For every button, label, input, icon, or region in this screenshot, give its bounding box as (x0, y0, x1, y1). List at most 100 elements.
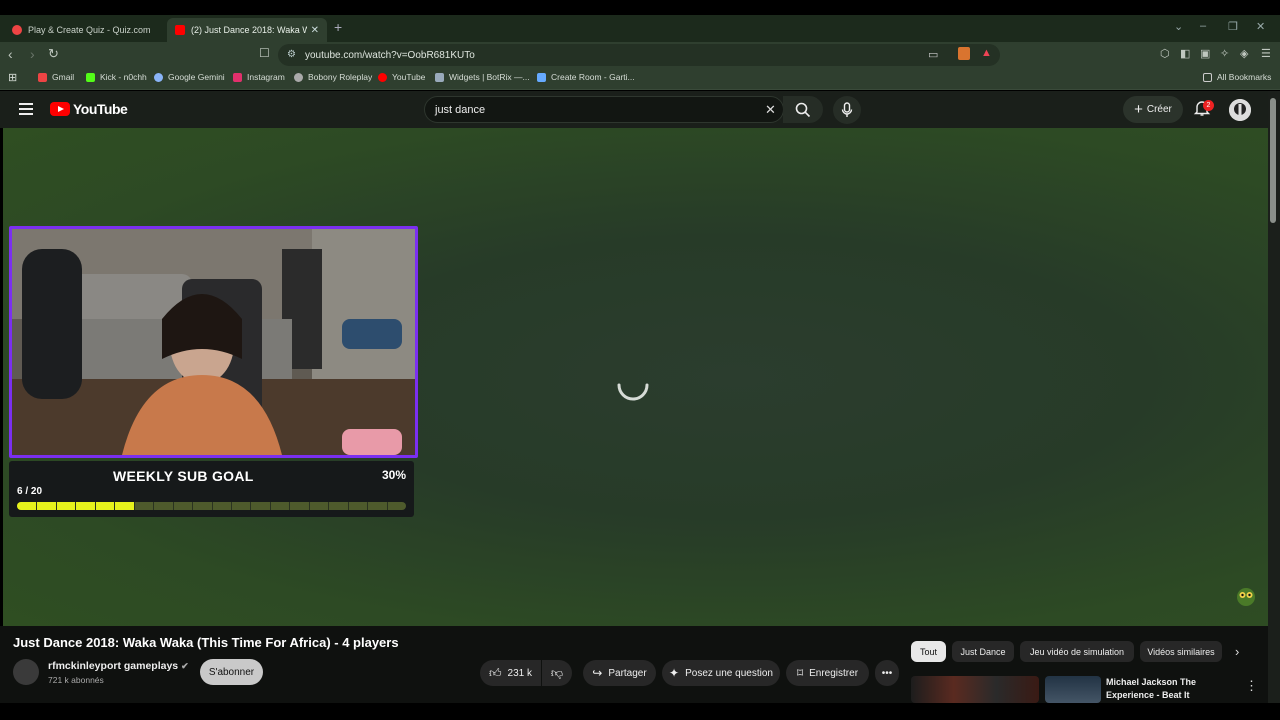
menu-icon[interactable]: ☰ (1261, 47, 1271, 60)
vpn-icon[interactable]: ◈ (1240, 47, 1248, 60)
all-bookmarks[interactable]: All Bookmarks (1203, 72, 1271, 82)
sparkle-icon: ✦ (669, 666, 680, 680)
like-count: 231 k (507, 667, 532, 679)
bookmark-icon[interactable]: ☐ (259, 46, 270, 60)
tab-youtube[interactable]: (2) Just Dance 2018: Waka Waka ✕ (167, 18, 327, 42)
goal-segment-divider (387, 502, 388, 510)
goal-segment-divider (75, 502, 76, 510)
recommended-thumbnail-2[interactable] (1045, 676, 1101, 703)
goal-segment-divider (212, 502, 213, 510)
bookmark-bobony[interactable]: Bobony Roleplay (294, 72, 372, 82)
cast-icon[interactable]: ▭ (928, 48, 938, 61)
restore-icon[interactable]: ❐ (1228, 20, 1238, 33)
save-button[interactable]: ⌑ Enregistrer (786, 660, 869, 686)
all-bookmarks-label: All Bookmarks (1217, 72, 1272, 82)
more-actions-button[interactable]: ••• (875, 660, 899, 686)
bookmark-label: Instagram (247, 72, 285, 82)
url-field[interactable]: ⚙ youtube.com/watch?v=OobR681KUTo ▭ ▲ (278, 44, 1000, 66)
bookmark-gmail[interactable]: Gmail (38, 72, 74, 82)
sidebar-icon[interactable]: ◧ (1180, 47, 1190, 60)
bookmark-kick[interactable]: Kick - n0chh (86, 72, 147, 82)
channel-avatar[interactable] (13, 659, 39, 685)
goal-progress-track (17, 502, 406, 510)
chip-just-dance[interactable]: Just Dance (952, 641, 1014, 662)
loading-spinner-icon (617, 383, 649, 401)
bookmark-youtube[interactable]: YouTube (378, 72, 425, 82)
recommended-thumbnail-1[interactable] (911, 676, 1039, 703)
tab-label: (2) Just Dance 2018: Waka Waka (191, 25, 307, 35)
bookmark-label: Gmail (52, 72, 75, 82)
subscriber-count: 721 k abonnés (48, 675, 104, 685)
bookmark-botrix[interactable]: Widgets | BotRix —... (435, 72, 530, 82)
share-button[interactable]: ↪ Partager (583, 660, 656, 686)
plus-icon: + (1134, 101, 1143, 118)
channel-name[interactable]: rfmckinleyport gameplays ✔ (48, 660, 189, 672)
chip-simulation[interactable]: Jeu vidéo de simulation (1020, 641, 1134, 662)
recommended-video-title[interactable]: Michael Jackson The Experience - Beat It (1106, 676, 1236, 702)
search-button[interactable] (783, 96, 823, 123)
account-avatar[interactable] (1229, 99, 1251, 121)
close-window-icon[interactable]: ✕ (1256, 20, 1265, 33)
bookmark-label: Google Gemini (168, 72, 225, 82)
back-icon[interactable]: ‹ (8, 46, 13, 62)
create-button[interactable]: + Créer (1123, 96, 1183, 123)
search-input[interactable]: just dance ✕ (424, 96, 784, 123)
extensions-icon[interactable]: ⬡ (1160, 47, 1170, 60)
goal-segment-divider (367, 502, 368, 510)
youtube-logo[interactable]: YouTube (50, 101, 128, 117)
voice-search-button[interactable] (833, 96, 861, 124)
goal-segment-divider (95, 502, 96, 510)
thumbs-down-icon: 👎︎ (550, 665, 564, 680)
apps-grid-icon[interactable]: ⊞ (8, 71, 17, 84)
youtube-wordmark: YouTube (73, 101, 128, 117)
chip-similar[interactable]: Vidéos similaires (1140, 641, 1222, 662)
site-info-icon[interactable]: ⚙ (287, 49, 296, 60)
kick-icon (86, 72, 95, 82)
wallet-icon[interactable]: ▣ (1200, 47, 1210, 60)
scrollbar-thumb[interactable] (1270, 98, 1276, 223)
bookmark-label: Kick - n0chh (100, 72, 147, 82)
webcam-image (12, 229, 415, 455)
like-button[interactable]: 👍︎ 231 k (480, 660, 541, 686)
chips-next-icon[interactable]: › (1235, 644, 1239, 659)
owl-extension-icon[interactable] (1235, 585, 1257, 607)
thumbs-up-icon: 👍︎ (488, 665, 502, 680)
goal-segment-divider (56, 502, 57, 510)
bookmark-instagram[interactable]: Instagram (233, 72, 285, 82)
ask-question-button[interactable]: ✦ Posez une question (662, 660, 780, 686)
bookmark-gartic[interactable]: Create Room - Garti... (537, 72, 635, 82)
dislike-button[interactable]: 👎︎ (542, 660, 572, 686)
goal-segment-divider (134, 502, 135, 510)
ai-icon[interactable]: ✧ (1220, 47, 1229, 60)
avatar-icon (1229, 99, 1251, 121)
bookmark-gemini[interactable]: Google Gemini (154, 72, 225, 82)
chip-all[interactable]: Tout (911, 641, 946, 662)
goal-percent: 30% (381, 468, 406, 482)
close-tab-icon[interactable]: ✕ (311, 25, 319, 36)
goal-segment-divider (36, 502, 37, 510)
screen-top-border (0, 0, 1280, 15)
forward-icon[interactable]: › (30, 46, 35, 62)
clear-search-icon[interactable]: ✕ (765, 102, 776, 118)
goal-segment-divider (192, 502, 193, 510)
url-text: youtube.com/watch?v=OobR681KUTo (305, 49, 475, 61)
hamburger-menu-icon[interactable] (19, 103, 33, 115)
rewards-icon[interactable]: ▲ (981, 47, 992, 59)
notification-badge: 2 (1203, 100, 1214, 111)
more-vertical-icon[interactable]: ⋮ (1245, 678, 1258, 694)
minimize-icon[interactable]: – (1200, 20, 1206, 32)
tab-search-icon[interactable]: ⌄ (1174, 20, 1183, 33)
gemini-icon (154, 72, 163, 82)
new-tab-button[interactable]: + (334, 19, 342, 35)
share-icon: ↪ (592, 666, 603, 680)
brave-shield-icon[interactable] (958, 47, 970, 60)
youtube-favicon-icon (175, 25, 185, 35)
goal-segment-divider (250, 502, 251, 510)
bookmark-label: Create Room - Garti... (551, 72, 635, 82)
botrix-icon (435, 72, 444, 82)
bookmark-label: Widgets | BotRix —... (449, 72, 530, 82)
reload-icon[interactable]: ↻ (48, 46, 59, 62)
tab-quiz[interactable]: Play & Create Quiz - Quiz.com (4, 18, 164, 42)
garticphone-icon (537, 72, 546, 82)
subscribe-button[interactable]: S'abonner (200, 659, 263, 685)
